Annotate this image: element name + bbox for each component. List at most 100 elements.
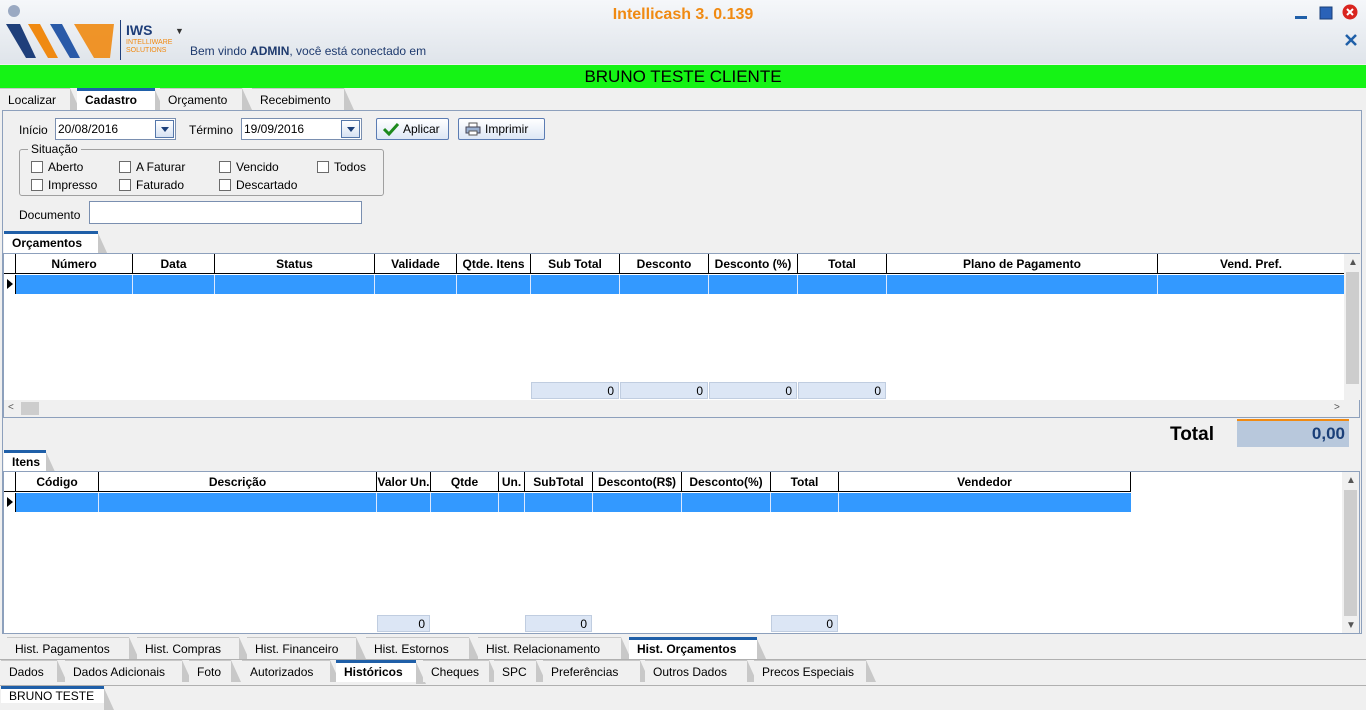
tab-outros-dados[interactable]: Outros Dados bbox=[645, 660, 757, 682]
tab-hist-orcamentos[interactable]: Hist. Orçamentos bbox=[629, 637, 767, 661]
quotes-grid-header: Número Data Status Validade Qtde. Itens … bbox=[4, 254, 1344, 274]
end-date-dropdown-icon[interactable] bbox=[341, 120, 360, 138]
history-tab-strip: Hist. Pagamentos Hist. Compras Hist. Fin… bbox=[0, 637, 1366, 661]
quotes-col-desconto-pct[interactable]: Desconto (%) bbox=[709, 254, 798, 274]
data-tab-strip: Dados Dados Adicionais Foto Autorizados … bbox=[0, 660, 1366, 684]
apply-button-label: Aplicar bbox=[403, 122, 440, 136]
print-button[interactable]: Imprimir bbox=[458, 118, 545, 140]
tab-hist-estornos[interactable]: Hist. Estornos bbox=[366, 637, 479, 659]
quotes-footer-subtotal: 0 bbox=[531, 382, 619, 399]
start-date-value: 20/08/2016 bbox=[58, 122, 119, 136]
minimize-icon[interactable] bbox=[1293, 5, 1309, 21]
status-tab-strip: BRUNO TESTE bbox=[0, 685, 1366, 710]
items-col-valor-un[interactable]: Valor Un. bbox=[377, 472, 431, 492]
end-date-picker[interactable]: 19/09/2016 bbox=[241, 118, 362, 140]
document-input[interactable] bbox=[89, 201, 362, 224]
quotes-horizontal-scrollbar[interactable]: < > bbox=[4, 400, 1359, 417]
apply-button[interactable]: Aplicar bbox=[376, 118, 449, 140]
items-col-subtotal[interactable]: SubTotal bbox=[525, 472, 593, 492]
items-grid: Código Descrição Valor Un. Qtde Un. SubT… bbox=[3, 471, 1360, 634]
checkmark-icon bbox=[383, 122, 399, 136]
quotes-col-numero[interactable]: Número bbox=[16, 254, 133, 274]
tab-recebimento[interactable]: Recebimento bbox=[252, 88, 354, 110]
close-icon[interactable] bbox=[1342, 4, 1358, 20]
quotes-col-validade[interactable]: Validade bbox=[375, 254, 457, 274]
items-section-tabs: Itens bbox=[2, 450, 1362, 474]
tab-localizar[interactable]: Localizar bbox=[0, 88, 80, 110]
logo-dropdown-icon[interactable]: ▼ bbox=[175, 26, 184, 36]
quotes-col-data[interactable]: Data bbox=[133, 254, 215, 274]
tab-historicos[interactable]: Históricos bbox=[336, 660, 426, 684]
welcome-message: Bem vindo ADMIN, você está conectado em bbox=[190, 44, 427, 58]
items-col-desconto-pct[interactable]: Desconto(%) bbox=[682, 472, 771, 492]
quotes-col-qtde-itens[interactable]: Qtde. Itens bbox=[457, 254, 531, 274]
scrollbar-thumb[interactable] bbox=[21, 402, 39, 415]
quotes-section-tab[interactable]: Orçamentos bbox=[4, 231, 108, 255]
quotes-col-status[interactable]: Status bbox=[215, 254, 375, 274]
close-form-icon[interactable] bbox=[1343, 32, 1359, 48]
quotes-header-indicator bbox=[4, 254, 16, 274]
items-vertical-scrollbar[interactable]: ▲ ▼ bbox=[1342, 472, 1359, 633]
tab-hist-compras[interactable]: Hist. Compras bbox=[137, 637, 249, 659]
tab-autorizados[interactable]: Autorizados bbox=[242, 660, 340, 682]
items-col-codigo[interactable]: Código bbox=[16, 472, 99, 492]
tab-foto[interactable]: Foto bbox=[189, 660, 241, 682]
quotes-grid: Número Data Status Validade Qtde. Itens … bbox=[3, 253, 1361, 418]
tab-cadastro[interactable]: Cadastro bbox=[77, 88, 165, 112]
checkbox-descartado[interactable]: Descartado bbox=[219, 178, 297, 192]
checkbox-impresso[interactable]: Impresso bbox=[31, 178, 97, 192]
table-row[interactable] bbox=[4, 493, 1131, 512]
items-footer-total: 0 bbox=[771, 615, 838, 632]
checkbox-a-faturar[interactable]: A Faturar bbox=[119, 160, 185, 174]
scrollbar-thumb[interactable] bbox=[1346, 272, 1359, 384]
quotes-col-sub-total[interactable]: Sub Total bbox=[531, 254, 620, 274]
tab-spc[interactable]: SPC bbox=[494, 660, 546, 682]
quotes-col-vend-pref[interactable]: Vend. Pref. bbox=[1158, 254, 1344, 274]
items-col-qtde[interactable]: Qtde bbox=[431, 472, 499, 492]
scroll-down-icon[interactable]: ▼ bbox=[1346, 620, 1356, 631]
items-col-un[interactable]: Un. bbox=[499, 472, 525, 492]
items-col-vendedor[interactable]: Vendedor bbox=[839, 472, 1131, 492]
table-row[interactable] bbox=[4, 275, 1344, 294]
quotes-vertical-scrollbar[interactable]: ▲ bbox=[1344, 254, 1361, 400]
logo-text: IWS bbox=[126, 22, 153, 38]
quotes-footer-total: 0 bbox=[798, 382, 886, 399]
scroll-up-icon[interactable]: ▲ bbox=[1346, 475, 1356, 486]
items-section-tab[interactable]: Itens bbox=[4, 450, 56, 474]
scrollbar-thumb[interactable] bbox=[1344, 490, 1357, 616]
checkbox-aberto[interactable]: Aberto bbox=[31, 160, 83, 174]
logo-subtext-1: INTELLIWARE bbox=[126, 39, 173, 46]
checkbox-todos[interactable]: Todos bbox=[317, 160, 366, 174]
scroll-left-icon[interactable]: < bbox=[8, 402, 14, 413]
start-date-label: Início bbox=[19, 123, 48, 137]
welcome-user: ADMIN bbox=[250, 44, 290, 58]
total-label: Total bbox=[1170, 424, 1214, 445]
start-date-dropdown-icon[interactable] bbox=[155, 120, 174, 138]
document-label: Documento bbox=[19, 208, 81, 222]
scroll-up-icon[interactable]: ▲ bbox=[1348, 257, 1358, 268]
quotes-col-plano-pagamento[interactable]: Plano de Pagamento bbox=[887, 254, 1158, 274]
scroll-right-icon[interactable]: > bbox=[1334, 402, 1340, 413]
tab-hist-financeiro[interactable]: Hist. Financeiro bbox=[247, 637, 366, 659]
tab-hist-relacionamento[interactable]: Hist. Relacionamento bbox=[478, 637, 631, 659]
tab-customer-bruno-teste[interactable]: BRUNO TESTE bbox=[1, 686, 114, 710]
tab-preferencias[interactable]: Preferências bbox=[543, 660, 650, 682]
row-indicator-icon bbox=[4, 275, 16, 294]
start-date-picker[interactable]: 20/08/2016 bbox=[55, 118, 176, 140]
checkbox-vencido[interactable]: Vencido bbox=[219, 160, 279, 174]
items-col-total[interactable]: Total bbox=[771, 472, 839, 492]
tab-orcamento[interactable]: Orçamento bbox=[160, 88, 252, 110]
tab-hist-pagamentos[interactable]: Hist. Pagamentos bbox=[7, 637, 139, 659]
items-col-desconto-rs[interactable]: Desconto(R$) bbox=[593, 472, 682, 492]
end-date-label: Término bbox=[189, 123, 234, 137]
quotes-col-desconto[interactable]: Desconto bbox=[620, 254, 709, 274]
checkbox-faturado[interactable]: Faturado bbox=[119, 178, 184, 192]
logo-subtext-2: SOLUTIONS bbox=[126, 47, 167, 54]
tab-precos-especiais[interactable]: Precos Especiais bbox=[754, 660, 876, 682]
tab-dados-adicionais[interactable]: Dados Adicionais bbox=[65, 660, 192, 682]
items-col-descricao[interactable]: Descrição bbox=[99, 472, 377, 492]
quotes-col-total[interactable]: Total bbox=[798, 254, 887, 274]
tab-cheques[interactable]: Cheques bbox=[423, 660, 499, 682]
maximize-icon[interactable] bbox=[1318, 5, 1334, 21]
tab-dados[interactable]: Dados bbox=[1, 660, 67, 682]
